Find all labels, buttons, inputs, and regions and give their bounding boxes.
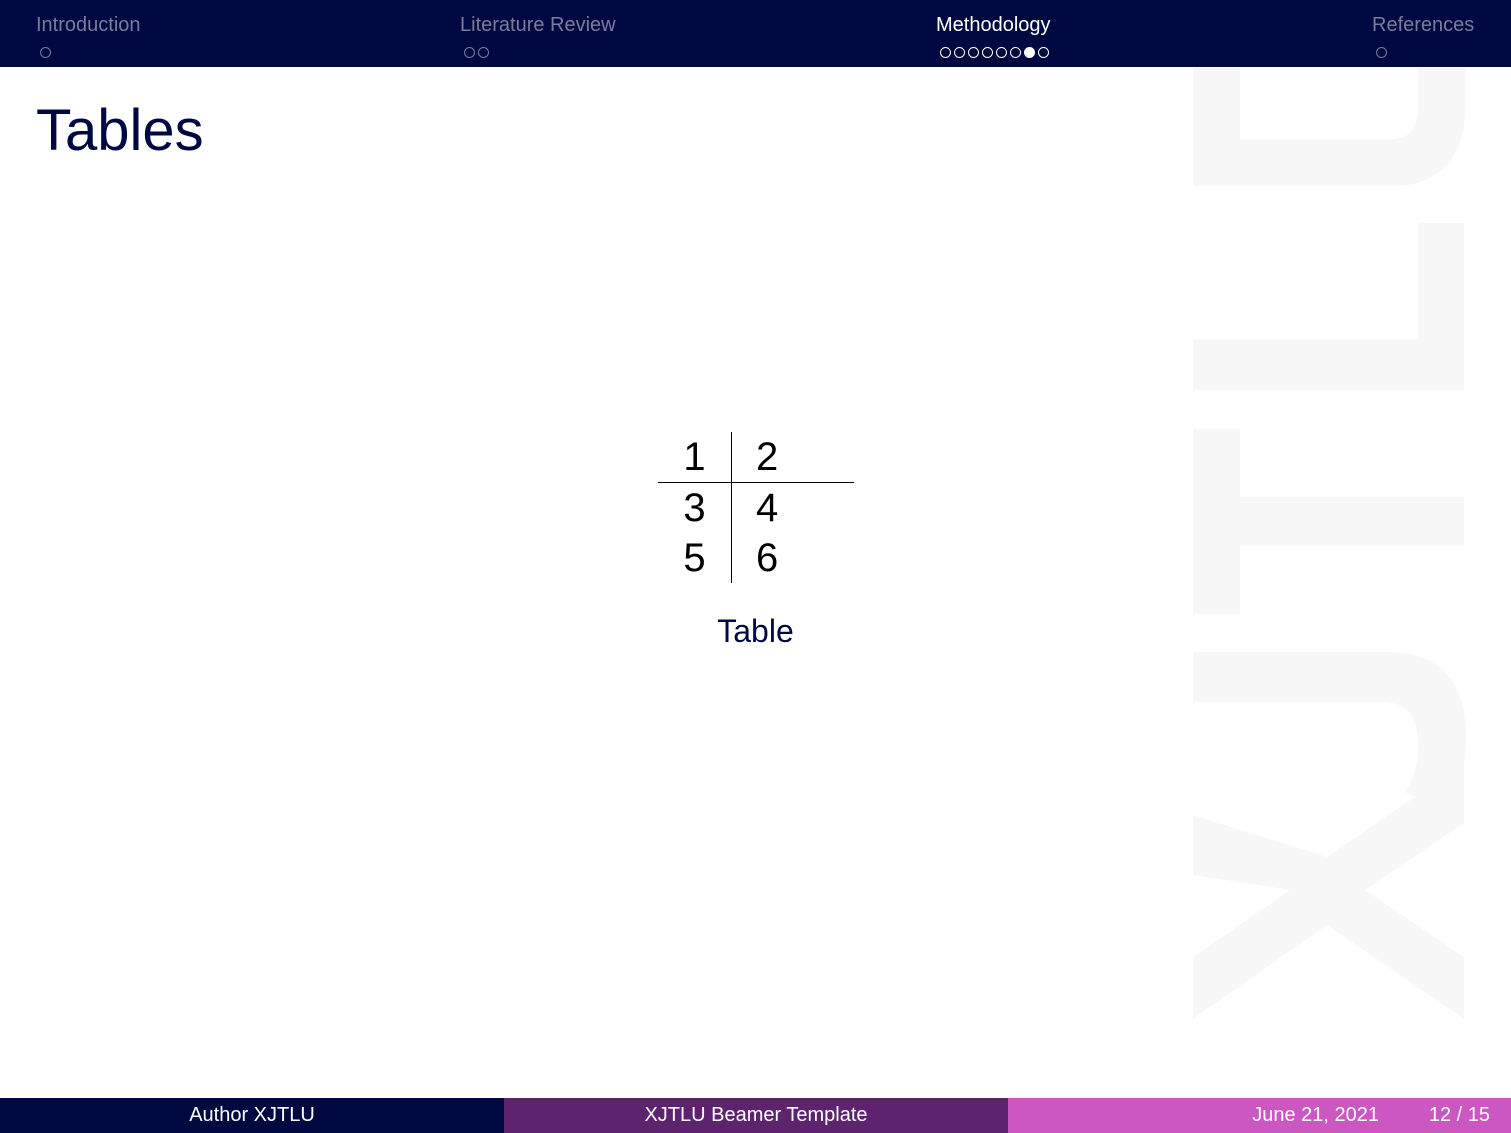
footer-right-panel: June 21, 2021 12 / 15 (1008, 1098, 1511, 1133)
footer-page-number: 12 / 15 (1428, 1104, 1490, 1126)
footer-bar: Author XJTLU XJTLU Beamer Template June … (0, 1098, 1511, 1133)
slide-dot-icon[interactable] (996, 46, 1007, 58)
table-cell: 1 (658, 432, 732, 483)
table-cell: 3 (658, 482, 732, 533)
slide-dot-icon[interactable] (1010, 46, 1021, 58)
footer-presentation-title: XJTLU Beamer Template (504, 1098, 1008, 1133)
table-cell: 4 (756, 486, 779, 530)
nav-section-introduction[interactable]: Introduction (36, 12, 141, 59)
nav-slide-dots (940, 45, 1051, 59)
table-caption: Table (717, 613, 794, 649)
current-slide-dot-icon[interactable] (1024, 46, 1035, 58)
frame-title: Tables (36, 98, 204, 163)
table-cell: 6 (756, 536, 779, 580)
table-row: 5 6 (658, 533, 854, 583)
nav-section-methodology[interactable]: Methodology (936, 12, 1051, 59)
xjtlu-watermark-logo (1193, 67, 1466, 1019)
nav-slide-dots (1376, 45, 1474, 59)
nav-section-label: Literature Review (460, 14, 616, 36)
footer-date: June 21, 2021 (1252, 1104, 1379, 1126)
nav-slide-dots (464, 45, 616, 59)
slide-dot-icon[interactable] (968, 46, 979, 58)
slide-dot-icon[interactable] (1038, 46, 1049, 58)
nav-section-label: Introduction (36, 14, 141, 36)
slide-dot-icon[interactable] (954, 46, 965, 58)
table-cell: 5 (658, 533, 732, 583)
table-header-row: 1 2 (658, 432, 854, 483)
slide-dot-icon[interactable] (464, 46, 475, 58)
slide-dot-icon[interactable] (40, 46, 51, 58)
slide-dot-icon[interactable] (940, 46, 951, 58)
slide-dot-icon[interactable] (1376, 46, 1387, 58)
slide-dot-icon[interactable] (982, 46, 993, 58)
footer-author: Author XJTLU (0, 1098, 504, 1133)
table-cell: 2 (731, 432, 854, 483)
nav-section-label: Methodology (936, 14, 1051, 36)
data-table: 1 2 3 4 5 6 (658, 432, 854, 583)
nav-section-references[interactable]: References (1372, 12, 1474, 59)
section-navigation-bar: Introduction Literature Review Methodolo… (0, 0, 1511, 67)
slide-dot-icon[interactable] (478, 46, 489, 58)
nav-slide-dots (40, 45, 141, 59)
nav-section-label: References (1372, 14, 1475, 36)
table-row: 3 4 (658, 482, 854, 533)
nav-section-literature-review[interactable]: Literature Review (460, 12, 616, 59)
